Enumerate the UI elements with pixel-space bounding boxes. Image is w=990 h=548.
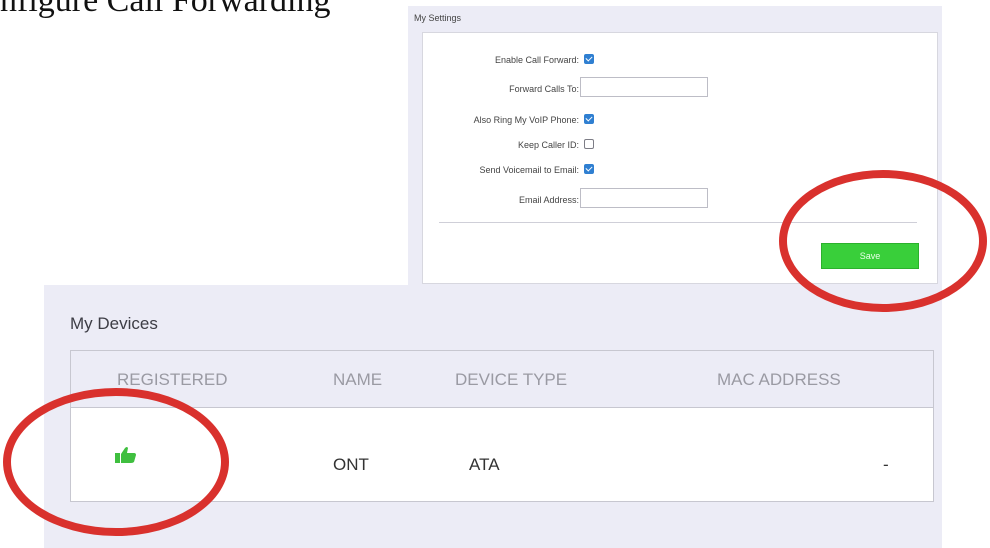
save-button[interactable]: Save <box>821 243 919 269</box>
column-header-mac-address: MAC ADDRESS <box>717 370 841 389</box>
enable-call-forward-label: Enable Call Forward: <box>494 55 579 65</box>
device-type-cell: ATA <box>469 455 500 474</box>
forward-calls-to-label: Forward Calls To: <box>509 84 579 94</box>
keep-caller-id-label: Keep Caller ID: <box>517 140 579 150</box>
also-ring-voip-row: Also Ring My VoIP Phone: <box>423 112 937 132</box>
column-header-device-type: DEVICE TYPE <box>455 370 568 389</box>
devices-title: My Devices <box>70 314 158 333</box>
column-header-name: NAME <box>333 370 383 389</box>
also-ring-voip-label: Also Ring My VoIP Phone: <box>473 115 579 125</box>
document-heading-fragment: nfigure Call Forwarding <box>0 0 331 19</box>
email-address-input[interactable] <box>580 188 708 208</box>
settings-divider <box>439 222 917 223</box>
my-settings-section: My Settings Enable Call Forward: Forward… <box>408 6 942 290</box>
keep-caller-id-row: Keep Caller ID: <box>423 137 937 157</box>
settings-title: My Settings <box>414 13 462 23</box>
device-name-cell: ONT <box>333 455 369 474</box>
devices-table-header: REGISTERED NAME DEVICE TYPE MAC ADDRESS <box>71 351 933 408</box>
settings-panel: Enable Call Forward: Forward Calls To: A… <box>422 32 938 284</box>
send-voicemail-email-row: Send Voicemail to Email: <box>423 162 937 182</box>
send-voicemail-email-label: Send Voicemail to Email: <box>479 165 579 175</box>
keep-caller-id-checkbox[interactable] <box>584 139 594 149</box>
my-devices-section: My Devices REGISTERED NAME DEVICE TYPE M… <box>44 285 942 548</box>
enable-call-forward-checkbox[interactable] <box>584 54 594 64</box>
email-address-row: Email Address: <box>423 188 937 212</box>
email-address-label: Email Address: <box>518 195 579 205</box>
thumbs-up-icon <box>115 447 136 463</box>
enable-call-forward-row: Enable Call Forward: <box>423 52 937 72</box>
forward-calls-to-input[interactable] <box>580 77 708 97</box>
column-header-registered: REGISTERED <box>117 370 228 389</box>
mac-address-cell: - <box>883 455 889 474</box>
send-voicemail-email-checkbox[interactable] <box>584 164 594 174</box>
forward-calls-to-row: Forward Calls To: <box>423 77 937 101</box>
devices-table: REGISTERED NAME DEVICE TYPE MAC ADDRESS … <box>70 350 934 502</box>
also-ring-voip-checkbox[interactable] <box>584 114 594 124</box>
